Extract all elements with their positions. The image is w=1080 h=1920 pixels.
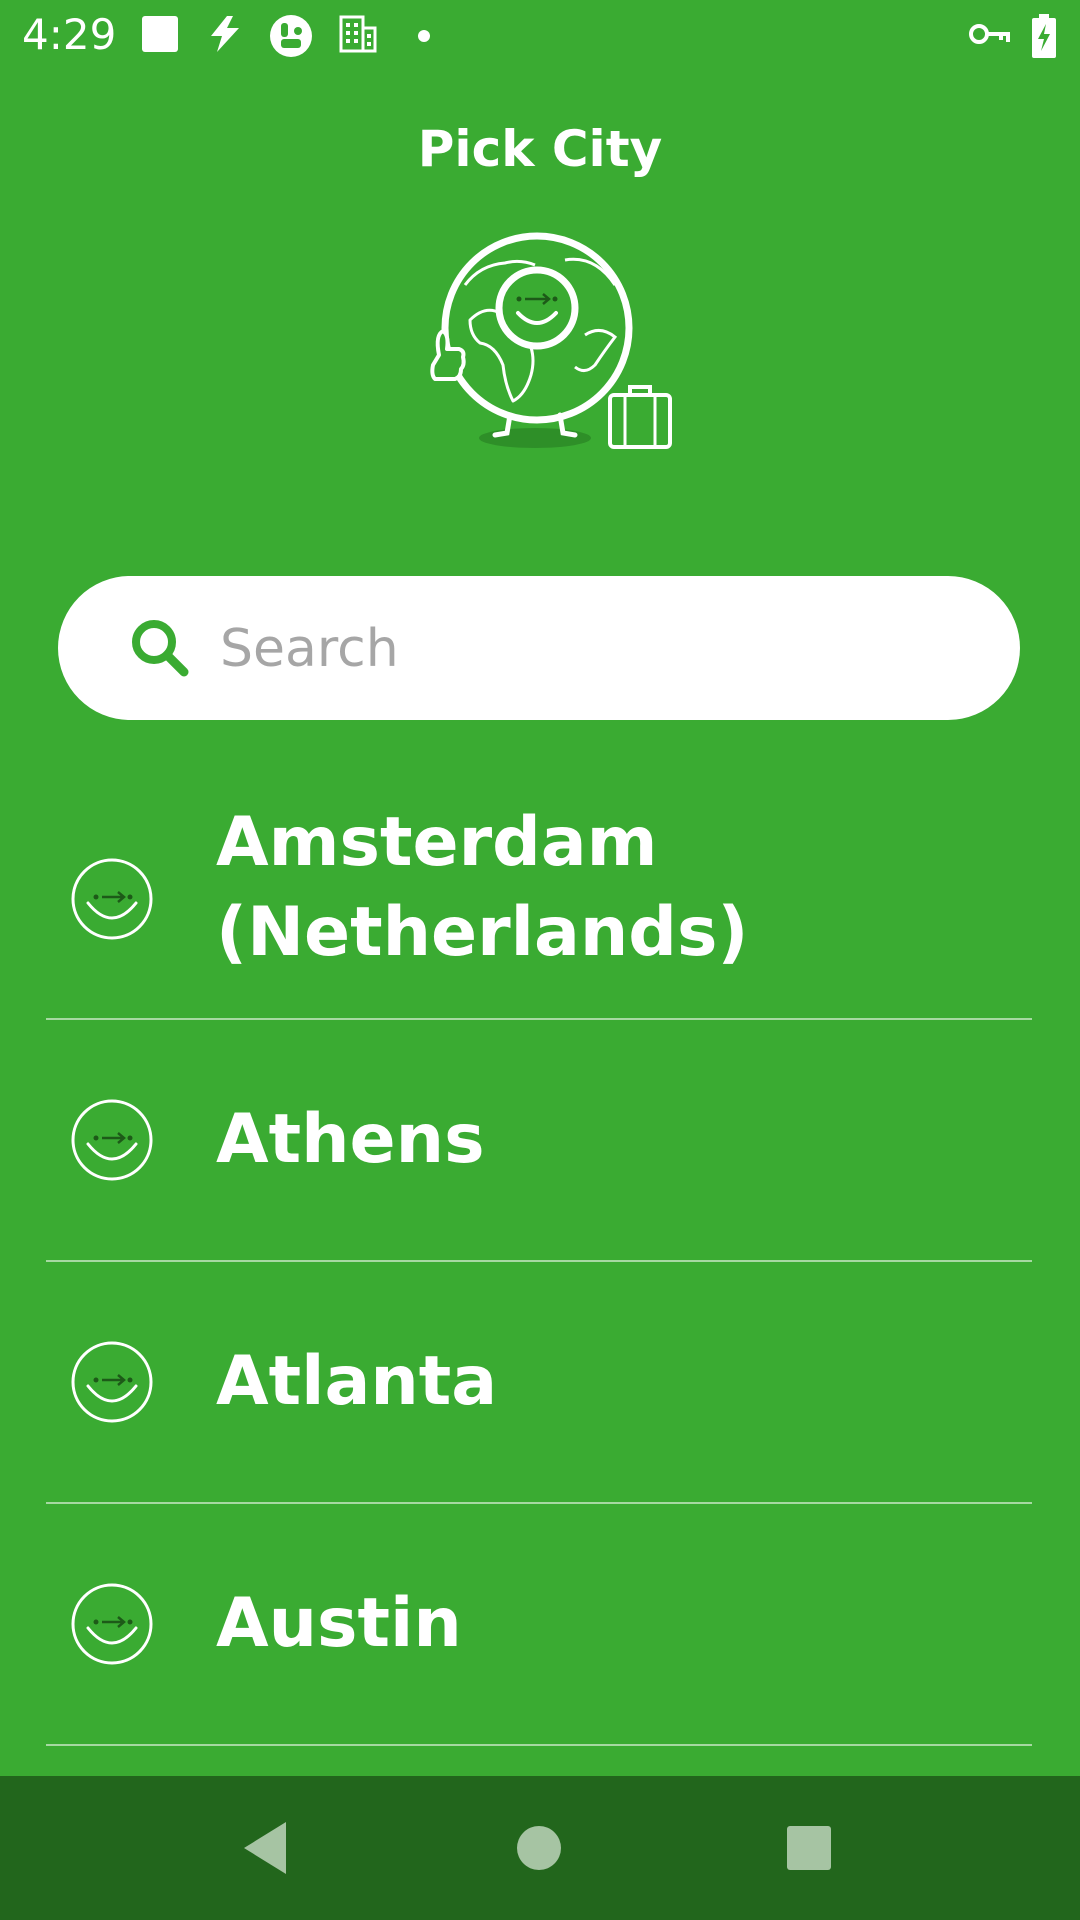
city-name: Amsterdam (Netherlands) xyxy=(216,803,749,972)
city-row-amsterdam[interactable]: Amsterdam (Netherlands) xyxy=(46,780,1032,1020)
city-name: Athens xyxy=(216,1100,485,1179)
city-row-atlanta[interactable]: Atlanta xyxy=(46,1262,1032,1504)
vpn-key-icon xyxy=(969,24,1010,44)
building-icon xyxy=(339,15,377,53)
page-title: Pick City xyxy=(417,120,663,178)
search-icon xyxy=(132,620,189,677)
city-name: Austin xyxy=(216,1584,462,1663)
smiley-arrow-icon xyxy=(71,1099,153,1181)
status-time: 4:29 xyxy=(22,10,117,59)
pick-city-screen: 4:29 Pick City Search Amsterdam (Netherl… xyxy=(0,0,1080,1920)
battery-charging-icon xyxy=(1032,14,1056,58)
back-icon[interactable] xyxy=(230,1812,302,1884)
system-nav-bar xyxy=(0,1776,1080,1920)
search-box[interactable] xyxy=(58,576,1020,720)
app-logo-icon xyxy=(270,15,312,57)
globe-mascot-illustration xyxy=(430,232,672,449)
search-input[interactable] xyxy=(218,600,982,698)
smiley-arrow-icon xyxy=(71,858,153,940)
bolt-icon xyxy=(211,16,239,52)
smiley-arrow-icon xyxy=(71,1583,153,1665)
city-row-austin[interactable]: Austin xyxy=(46,1504,1032,1746)
city-list: Amsterdam (Netherlands) Athens Atlanta A… xyxy=(46,780,1032,1746)
city-name: Atlanta xyxy=(216,1342,498,1421)
status-bar: 4:29 xyxy=(0,0,1080,72)
recents-icon[interactable] xyxy=(773,1812,845,1884)
smiley-arrow-icon xyxy=(71,1341,153,1423)
home-icon[interactable] xyxy=(503,1812,575,1884)
dot-icon xyxy=(418,30,430,42)
city-row-athens[interactable]: Athens xyxy=(46,1020,1032,1262)
stop-square-icon xyxy=(142,16,178,52)
